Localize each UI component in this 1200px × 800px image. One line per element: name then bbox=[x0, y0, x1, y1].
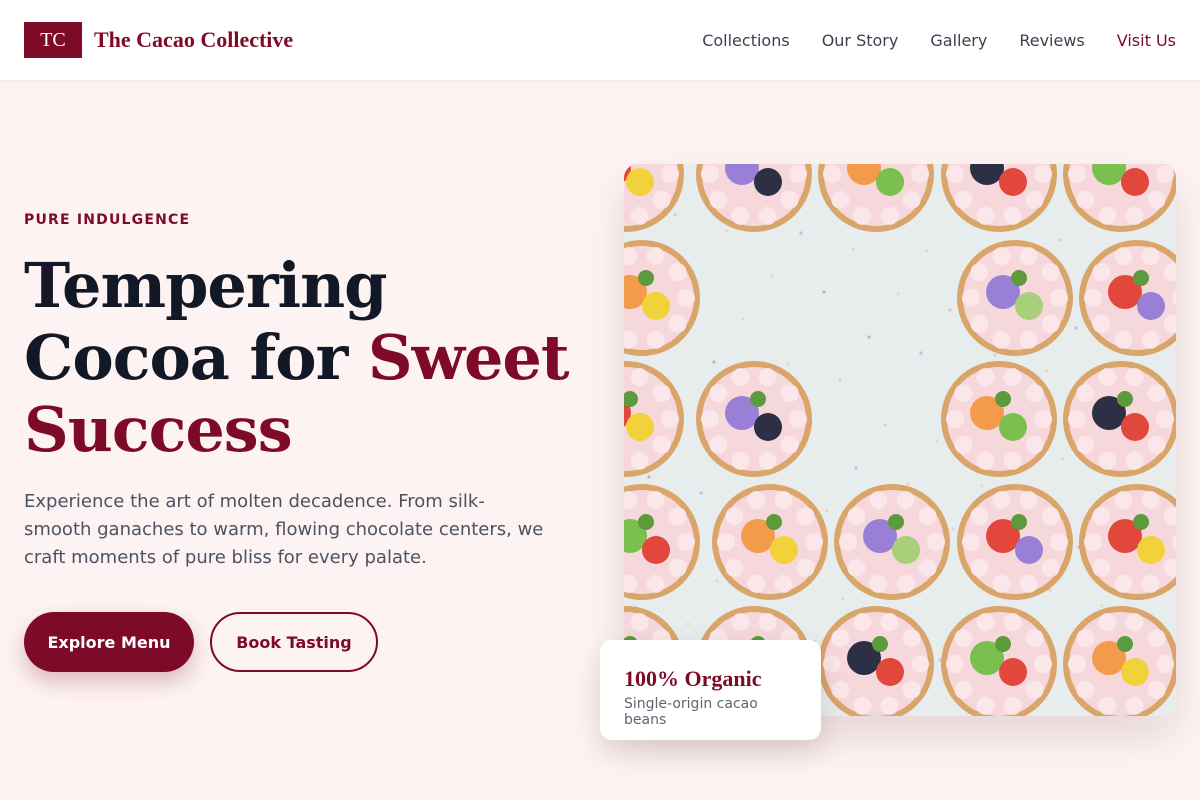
nav-reviews[interactable]: Reviews bbox=[1019, 31, 1084, 50]
hero-headline: Tempering Cocoa for Sweet Success bbox=[24, 250, 584, 466]
nav-our-story[interactable]: Our Story bbox=[822, 31, 899, 50]
nav-collections[interactable]: Collections bbox=[702, 31, 789, 50]
badge-subtitle: Single-origin cacao beans bbox=[624, 696, 758, 728]
brand-logo[interactable]: TC bbox=[24, 22, 82, 58]
nav-gallery[interactable]: Gallery bbox=[930, 31, 987, 50]
explore-menu-button[interactable]: Explore Menu bbox=[24, 612, 194, 672]
hero-lead: Experience the art of molten decadence. … bbox=[24, 491, 544, 568]
badge-title: 100% Organic bbox=[624, 666, 762, 691]
brand-name[interactable]: The Cacao Collective bbox=[94, 27, 293, 53]
tartlet bbox=[696, 361, 812, 477]
hero-eyebrow: PURE INDULGENCE bbox=[24, 212, 191, 228]
site-header: TC The Cacao Collective Collections Our … bbox=[0, 0, 1200, 80]
tartlets-illustration bbox=[624, 164, 1176, 716]
tartlet bbox=[1063, 361, 1176, 477]
tartlet bbox=[957, 240, 1073, 356]
hero-image bbox=[624, 164, 1176, 716]
nav-visit-us[interactable]: Visit Us bbox=[1117, 31, 1176, 50]
book-tasting-button[interactable]: Book Tasting bbox=[210, 612, 378, 672]
main-nav: Collections Our Story Gallery Reviews Vi… bbox=[702, 31, 1176, 50]
tartlet bbox=[957, 484, 1073, 600]
tartlet bbox=[834, 484, 950, 600]
brand[interactable]: TC The Cacao Collective bbox=[24, 22, 293, 58]
organic-badge: 100% Organic Single-origin cacao beans bbox=[600, 640, 821, 740]
tartlet bbox=[712, 484, 828, 600]
headline-text: Tempering Cocoa for bbox=[24, 249, 388, 394]
tartlet bbox=[941, 361, 1057, 477]
